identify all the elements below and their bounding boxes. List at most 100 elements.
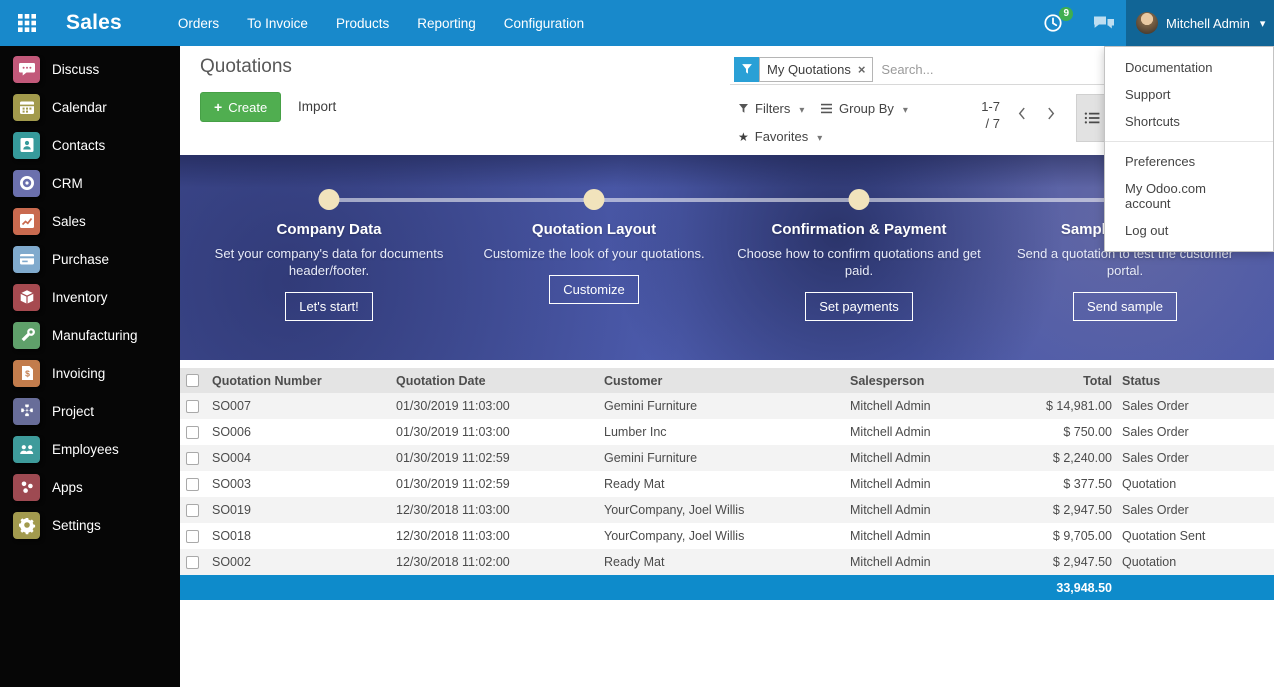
- filters-dropdown-button[interactable]: Filters: [738, 101, 804, 116]
- apps-grid-icon: [17, 13, 37, 33]
- sidebar-item-apps[interactable]: Apps: [0, 468, 180, 506]
- sidebar-item-project[interactable]: Project: [0, 392, 180, 430]
- cell-quotation-number: SO007: [206, 399, 392, 413]
- cell-customer: Ready Mat: [600, 477, 846, 491]
- funnel-icon: [738, 103, 749, 114]
- row-checkbox[interactable]: [186, 452, 199, 465]
- cell-quotation-number: SO002: [206, 555, 392, 569]
- table-row[interactable]: SO004 01/30/2019 11:02:59 Gemini Furnitu…: [180, 445, 1274, 471]
- sidebar-item-calendar[interactable]: Calendar: [0, 88, 180, 126]
- create-button[interactable]: + Create: [200, 92, 281, 122]
- sidebar-label: Manufacturing: [52, 328, 138, 343]
- cell-quotation-date: 01/30/2019 11:03:00: [392, 425, 600, 439]
- sidebar-item-settings[interactable]: Settings: [0, 506, 180, 544]
- user-dropdown-menu: Documentation Support Shortcuts Preferen…: [1104, 46, 1274, 252]
- select-all-checkbox[interactable]: [186, 374, 199, 387]
- sidebar-item-invoicing[interactable]: $ Invoicing: [0, 354, 180, 392]
- app-brand-title[interactable]: Sales: [66, 11, 122, 35]
- timeline-dot: [584, 189, 605, 210]
- send-sample-button[interactable]: Send sample: [1073, 292, 1177, 321]
- set-payments-button[interactable]: Set payments: [805, 292, 913, 321]
- menu-to-invoice[interactable]: To Invoice: [247, 16, 308, 31]
- cell-status: Sales Order: [1112, 503, 1274, 517]
- group-by-dropdown-button[interactable]: Group By: [820, 101, 908, 116]
- column-header-total[interactable]: Total: [1028, 374, 1112, 388]
- step-title: Company Data: [207, 221, 451, 238]
- column-header-customer[interactable]: Customer: [600, 374, 846, 388]
- list-view-switcher-button[interactable]: [1076, 94, 1107, 142]
- menu-item-documentation[interactable]: Documentation: [1105, 54, 1273, 81]
- row-checkbox[interactable]: [186, 530, 199, 543]
- menu-orders[interactable]: Orders: [178, 16, 219, 31]
- cell-quotation-date: 01/30/2019 11:02:59: [392, 451, 600, 465]
- cell-salesperson: Mitchell Admin: [846, 399, 1028, 413]
- apps-menu-button[interactable]: [14, 10, 40, 36]
- step-description: Choose how to confirm quotations and get…: [737, 245, 981, 279]
- table-row[interactable]: SO018 12/30/2018 11:03:00 YourCompany, J…: [180, 523, 1274, 549]
- cell-quotation-date: 01/30/2019 11:02:59: [392, 477, 600, 491]
- table-row[interactable]: SO007 01/30/2019 11:03:00 Gemini Furnitu…: [180, 393, 1274, 419]
- column-header-salesperson[interactable]: Salesperson: [846, 374, 1028, 388]
- sidebar-item-inventory[interactable]: Inventory: [0, 278, 180, 316]
- pager-next-button[interactable]: [1042, 104, 1060, 122]
- sidebar-label: Inventory: [52, 290, 108, 305]
- table-row[interactable]: SO006 01/30/2019 11:03:00 Lumber Inc Mit…: [180, 419, 1274, 445]
- messaging-menu-button[interactable]: [1092, 13, 1116, 33]
- sidebar-item-discuss[interactable]: Discuss: [0, 50, 180, 88]
- menu-item-log-out[interactable]: Log out: [1105, 217, 1273, 244]
- row-checkbox[interactable]: [186, 400, 199, 413]
- star-icon: [738, 129, 749, 144]
- menu-reporting[interactable]: Reporting: [417, 16, 476, 31]
- cell-salesperson: Mitchell Admin: [846, 451, 1028, 465]
- table-row[interactable]: SO002 12/30/2018 11:02:00 Ready Mat Mitc…: [180, 549, 1274, 575]
- import-button[interactable]: Import: [298, 99, 336, 114]
- column-header-quotation-date[interactable]: Quotation Date: [392, 374, 600, 388]
- column-header-status[interactable]: Status: [1112, 374, 1274, 388]
- sidebar-item-sales[interactable]: Sales: [0, 202, 180, 240]
- search-bar[interactable]: My Quotations ×: [730, 54, 1112, 85]
- search-input[interactable]: [881, 62, 1112, 77]
- menu-configuration[interactable]: Configuration: [504, 16, 584, 31]
- cell-quotation-number: SO018: [206, 529, 392, 543]
- svg-text:$: $: [25, 369, 30, 379]
- table-row[interactable]: SO003 01/30/2019 11:02:59 Ready Mat Mitc…: [180, 471, 1274, 497]
- menu-products[interactable]: Products: [336, 16, 389, 31]
- cell-status: Sales Order: [1112, 425, 1274, 439]
- sidebar-item-purchase[interactable]: Purchase: [0, 240, 180, 278]
- favorites-dropdown-button[interactable]: Favorites: [738, 129, 822, 144]
- user-menu-button[interactable]: Mitchell Admin: [1126, 0, 1274, 46]
- row-checkbox[interactable]: [186, 478, 199, 491]
- cell-salesperson: Mitchell Admin: [846, 529, 1028, 543]
- chevron-left-icon: [1017, 106, 1026, 121]
- sidebar-item-crm[interactable]: CRM: [0, 164, 180, 202]
- table-row[interactable]: SO019 12/30/2018 11:03:00 YourCompany, J…: [180, 497, 1274, 523]
- row-checkbox[interactable]: [186, 556, 199, 569]
- cell-quotation-date: 12/30/2018 11:03:00: [392, 529, 600, 543]
- menu-item-support[interactable]: Support: [1105, 81, 1273, 108]
- customize-button[interactable]: Customize: [549, 275, 638, 304]
- filter-facet-icon: [734, 57, 759, 82]
- lets-start-button[interactable]: Let's start!: [285, 292, 373, 321]
- cell-total: $ 2,947.50: [1028, 503, 1112, 517]
- facet-remove-icon[interactable]: ×: [858, 62, 866, 77]
- activity-menu-button[interactable]: 9: [1042, 12, 1064, 34]
- box-icon: [13, 284, 40, 311]
- menu-item-preferences[interactable]: Preferences: [1105, 148, 1273, 175]
- sidebar-label: Contacts: [52, 138, 105, 153]
- sidebar-item-manufacturing[interactable]: Manufacturing: [0, 316, 180, 354]
- column-header-quotation-number[interactable]: Quotation Number: [206, 374, 392, 388]
- cell-total: $ 2,240.00: [1028, 451, 1112, 465]
- sidebar-item-contacts[interactable]: Contacts: [0, 126, 180, 164]
- row-checkbox[interactable]: [186, 504, 199, 517]
- cell-total: $ 14,981.00: [1028, 399, 1112, 413]
- pager-previous-button[interactable]: [1012, 104, 1030, 122]
- cell-quotation-date: 01/30/2019 11:03:00: [392, 399, 600, 413]
- puzzle-icon: [13, 398, 40, 425]
- search-facet-my-quotations[interactable]: My Quotations ×: [734, 57, 873, 82]
- cell-quotation-number: SO006: [206, 425, 392, 439]
- cell-status: Quotation: [1112, 477, 1274, 491]
- row-checkbox[interactable]: [186, 426, 199, 439]
- menu-item-my-odoo-account[interactable]: My Odoo.com account: [1105, 175, 1273, 217]
- menu-item-shortcuts[interactable]: Shortcuts: [1105, 108, 1273, 135]
- sidebar-item-employees[interactable]: Employees: [0, 430, 180, 468]
